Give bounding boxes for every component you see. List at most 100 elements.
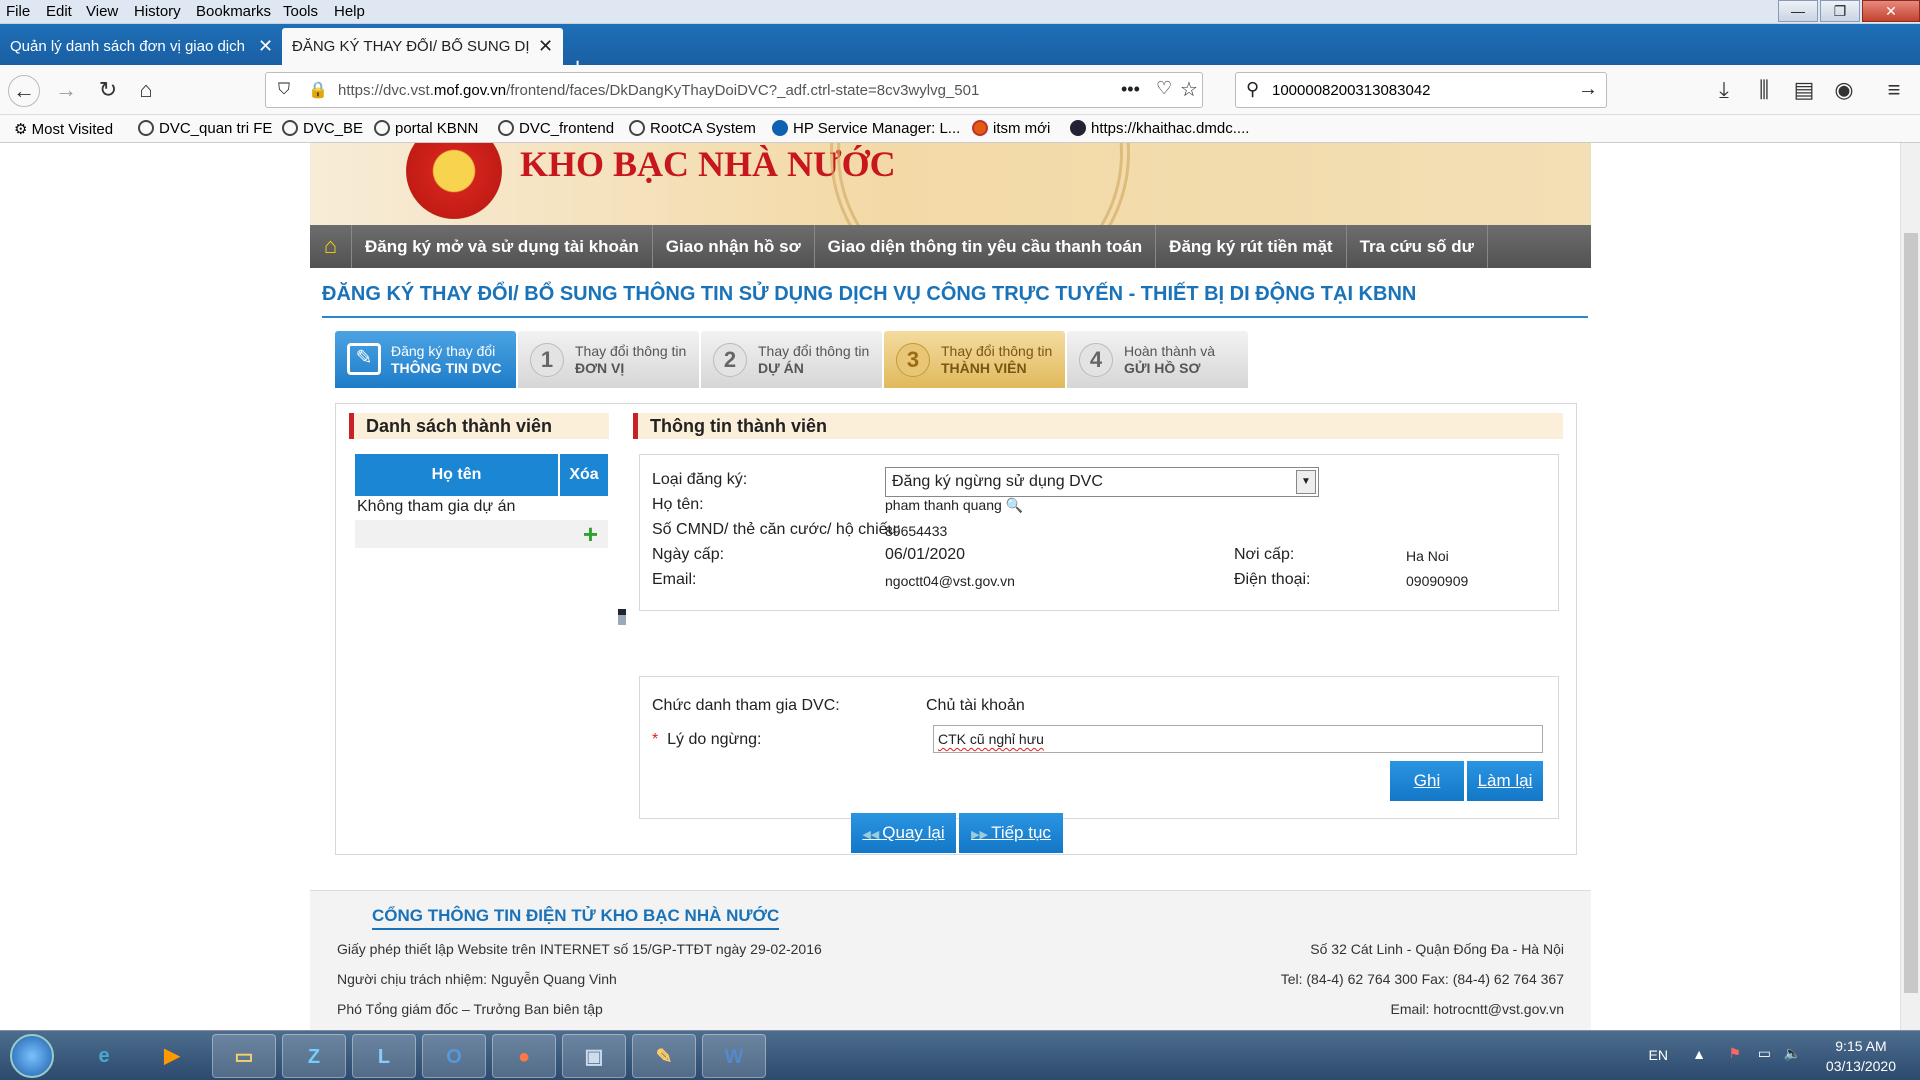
lync-icon[interactable]: L — [352, 1034, 416, 1078]
tab-quan-ly[interactable]: Quản lý danh sách đơn vị giao dịch ✕ — [0, 28, 283, 65]
step-don-vi[interactable]: 1 Thay đổi thông tin ĐƠN VỊ — [518, 331, 699, 388]
paint-icon[interactable]: ✎ — [632, 1034, 696, 1078]
home-icon[interactable]: ⌂ — [130, 75, 162, 107]
language-indicator[interactable]: EN — [1649, 1047, 1668, 1063]
forward-arrow-icon[interactable]: → — [50, 75, 82, 107]
clock[interactable]: 9:15 AM 03/13/2020 — [1826, 1036, 1896, 1076]
loai-dang-ky-select[interactable]: Đăng ký ngừng sử dụng DVC ▼ — [885, 467, 1319, 497]
scrollbar-thumb[interactable] — [1904, 233, 1918, 993]
network-status-icon[interactable]: ▭ — [1758, 1045, 1771, 1062]
bookmark-dvc-frontend[interactable]: DVC_frontend — [498, 120, 614, 137]
member-info-panel: Loại đăng ký: Đăng ký ngừng sử dụng DVC … — [639, 454, 1559, 611]
close-window-button[interactable]: ✕ — [1862, 0, 1920, 22]
menu-history[interactable]: History — [134, 3, 181, 20]
step-du-an[interactable]: 2 Thay đổi thông tin DỰ ÁN — [701, 331, 882, 388]
menu-file[interactable]: File — [6, 3, 30, 20]
step-dang-ky-thay-doi[interactable]: ✎ Đăng ký thay đổi THÔNG TIN DVC — [335, 331, 516, 388]
sidebar-icon[interactable]: ▤ — [1788, 75, 1820, 107]
next-button[interactable]: ▶▶ Tiếp tục — [959, 813, 1063, 853]
dropdown-arrow-icon[interactable]: ▼ — [1296, 470, 1316, 494]
menu-giao-dien-thanh-toan[interactable]: Giao diện thông tin yêu cầu thanh toán — [815, 225, 1157, 268]
menu-view[interactable]: View — [86, 3, 118, 20]
start-button[interactable] — [10, 1034, 54, 1078]
search-input[interactable]: 1000008200313083042 — [1272, 82, 1431, 99]
reload-icon[interactable]: ↻ — [92, 75, 124, 107]
search-go-icon[interactable]: → — [1578, 78, 1598, 101]
url-bar[interactable]: ⛉ 🔒 https://dvc.vst.mof.gov.vn/frontend/… — [265, 72, 1203, 108]
bookmark-star-icon[interactable]: ☆ — [1180, 77, 1198, 102]
footer-responsible: Người chịu trách nhiệm: Nguyễn Quang Vin… — [337, 971, 617, 987]
bookmark-most-visited[interactable]: ⚙ Most Visited — [14, 120, 113, 138]
step-line1: Đăng ký thay đổi — [391, 343, 496, 359]
menu-dang-ky-mo-tai-khoan[interactable]: Đăng ký mở và sử dụng tài khoản — [352, 225, 653, 268]
explorer-icon[interactable]: ▭ — [212, 1034, 276, 1078]
back-button[interactable]: ◀◀ Quay lại — [851, 813, 956, 853]
network-icon[interactable]: ▣ — [562, 1034, 626, 1078]
downloads-icon[interactable]: ⤓ — [1708, 75, 1740, 107]
close-tab-icon[interactable]: ✕ — [258, 36, 273, 57]
flag-icon[interactable]: ⚑ — [1728, 1045, 1741, 1062]
bookmark-dvc-quan-tri[interactable]: DVC_quan tri FE — [138, 120, 272, 137]
bookmark-portal-kbnn[interactable]: portal KBNN — [374, 120, 478, 137]
add-icon[interactable]: + — [583, 520, 598, 548]
outlook-icon[interactable]: O — [422, 1034, 486, 1078]
media-player-icon[interactable]: ▶ — [140, 1034, 204, 1078]
magnifier-icon[interactable]: 🔍 — [1006, 497, 1023, 513]
minimize-button[interactable]: — — [1778, 0, 1818, 22]
member-info-header: Thông tin thành viên — [633, 413, 1563, 439]
ly-do-textarea[interactable]: CTK cũ nghỉ hưu — [933, 725, 1543, 753]
save-button[interactable]: Ghi — [1390, 761, 1464, 801]
vertical-scrollbar[interactable] — [1900, 143, 1920, 1030]
menu-help[interactable]: Help — [334, 3, 365, 20]
volume-icon[interactable]: 🔈 — [1784, 1045, 1801, 1062]
close-tab-icon[interactable]: ✕ — [538, 36, 553, 57]
chuc-danh-value: Chủ tài khoản — [926, 697, 1025, 714]
menu-edit[interactable]: Edit — [46, 3, 72, 20]
step-line2: GỬI HỒ SƠ — [1124, 360, 1201, 376]
hamburger-menu-icon[interactable]: ≡ — [1878, 75, 1910, 107]
bookmark-hp-service[interactable]: HP Service Manager: L... — [772, 120, 960, 137]
reset-button[interactable]: Làm lại — [1467, 761, 1543, 801]
menu-giao-nhan-ho-so[interactable]: Giao nhận hồ sơ — [653, 225, 815, 268]
lock-icon[interactable]: 🔒 — [308, 80, 328, 100]
hp-icon — [772, 120, 788, 136]
menu-tools[interactable]: Tools — [283, 3, 318, 20]
search-box[interactable]: ⚲ 1000008200313083042 → — [1235, 72, 1607, 108]
footer-phone: Tel: (84-4) 62 764 300 Fax: (84-4) 62 76… — [1280, 971, 1564, 987]
ie-icon[interactable]: e — [72, 1034, 136, 1078]
bookmark-itsm[interactable]: itsm mới — [972, 120, 1050, 137]
firefox-icon[interactable]: ● — [492, 1034, 556, 1078]
menu-rut-tien-mat[interactable]: Đăng ký rút tiền mặt — [1156, 225, 1347, 268]
bookmarks-bar: ⚙ Most Visited DVC_quan tri FE DVC_BE po… — [0, 115, 1920, 143]
maximize-button[interactable]: ❐ — [1820, 0, 1860, 22]
home-icon[interactable]: ⌂ — [310, 225, 352, 268]
pocket-icon[interactable]: ♡ — [1156, 78, 1172, 99]
back-arrow-icon[interactable]: ← — [8, 75, 40, 107]
zalo-icon[interactable]: Z — [282, 1034, 346, 1078]
footer-license: Giấy phép thiết lập Website trên INTERNE… — [337, 941, 822, 957]
splitter-handle[interactable] — [618, 609, 626, 625]
site-icon — [1070, 120, 1086, 136]
tab-dang-ky[interactable]: ĐĂNG KÝ THAY ĐỔI/ BỔ SUNG DỊCH VỤ ✕ — [282, 28, 564, 65]
step-line1: Thay đổi thông tin — [941, 343, 1053, 359]
library-icon[interactable]: ⫼ — [1748, 75, 1780, 107]
table-row[interactable]: Không tham gia dự án — [355, 496, 608, 520]
menu-bookmarks[interactable]: Bookmarks — [196, 3, 271, 20]
shield-icon[interactable]: ⛉ — [278, 81, 290, 99]
bookmark-dvc-be[interactable]: DVC_BE — [282, 120, 363, 137]
bookmark-khaithac[interactable]: https://khaithac.dmdc.... — [1070, 120, 1249, 137]
globe-icon — [498, 120, 514, 136]
account-icon[interactable]: ◉ — [1828, 75, 1860, 107]
title-divider — [322, 316, 1588, 318]
footer-title[interactable]: CỔNG THÔNG TIN ĐIỆN TỬ KHO BẠC NHÀ NƯỚC — [372, 906, 780, 930]
step-line1: Hoàn thành và — [1124, 343, 1216, 359]
step-hoan-thanh[interactable]: 4 Hoàn thành và GỬI HỒ SƠ — [1067, 331, 1248, 388]
windows-taskbar: e ▶ ▭ Z L O ● ▣ ✎ W EN ▲ ⚑ ▭ 🔈 9:15 AM 0… — [0, 1030, 1920, 1080]
search-icon: ⚲ — [1246, 79, 1260, 99]
more-icon[interactable]: ••• — [1121, 79, 1140, 100]
menu-tra-cuu-so-du[interactable]: Tra cứu số dư — [1347, 225, 1488, 268]
show-hidden-icons-icon[interactable]: ▲ — [1692, 1046, 1706, 1062]
word-icon[interactable]: W — [702, 1034, 766, 1078]
step-thanh-vien[interactable]: 3 Thay đổi thông tin THÀNH VIÊN — [884, 331, 1065, 388]
bookmark-rootca[interactable]: RootCA System — [629, 120, 756, 137]
